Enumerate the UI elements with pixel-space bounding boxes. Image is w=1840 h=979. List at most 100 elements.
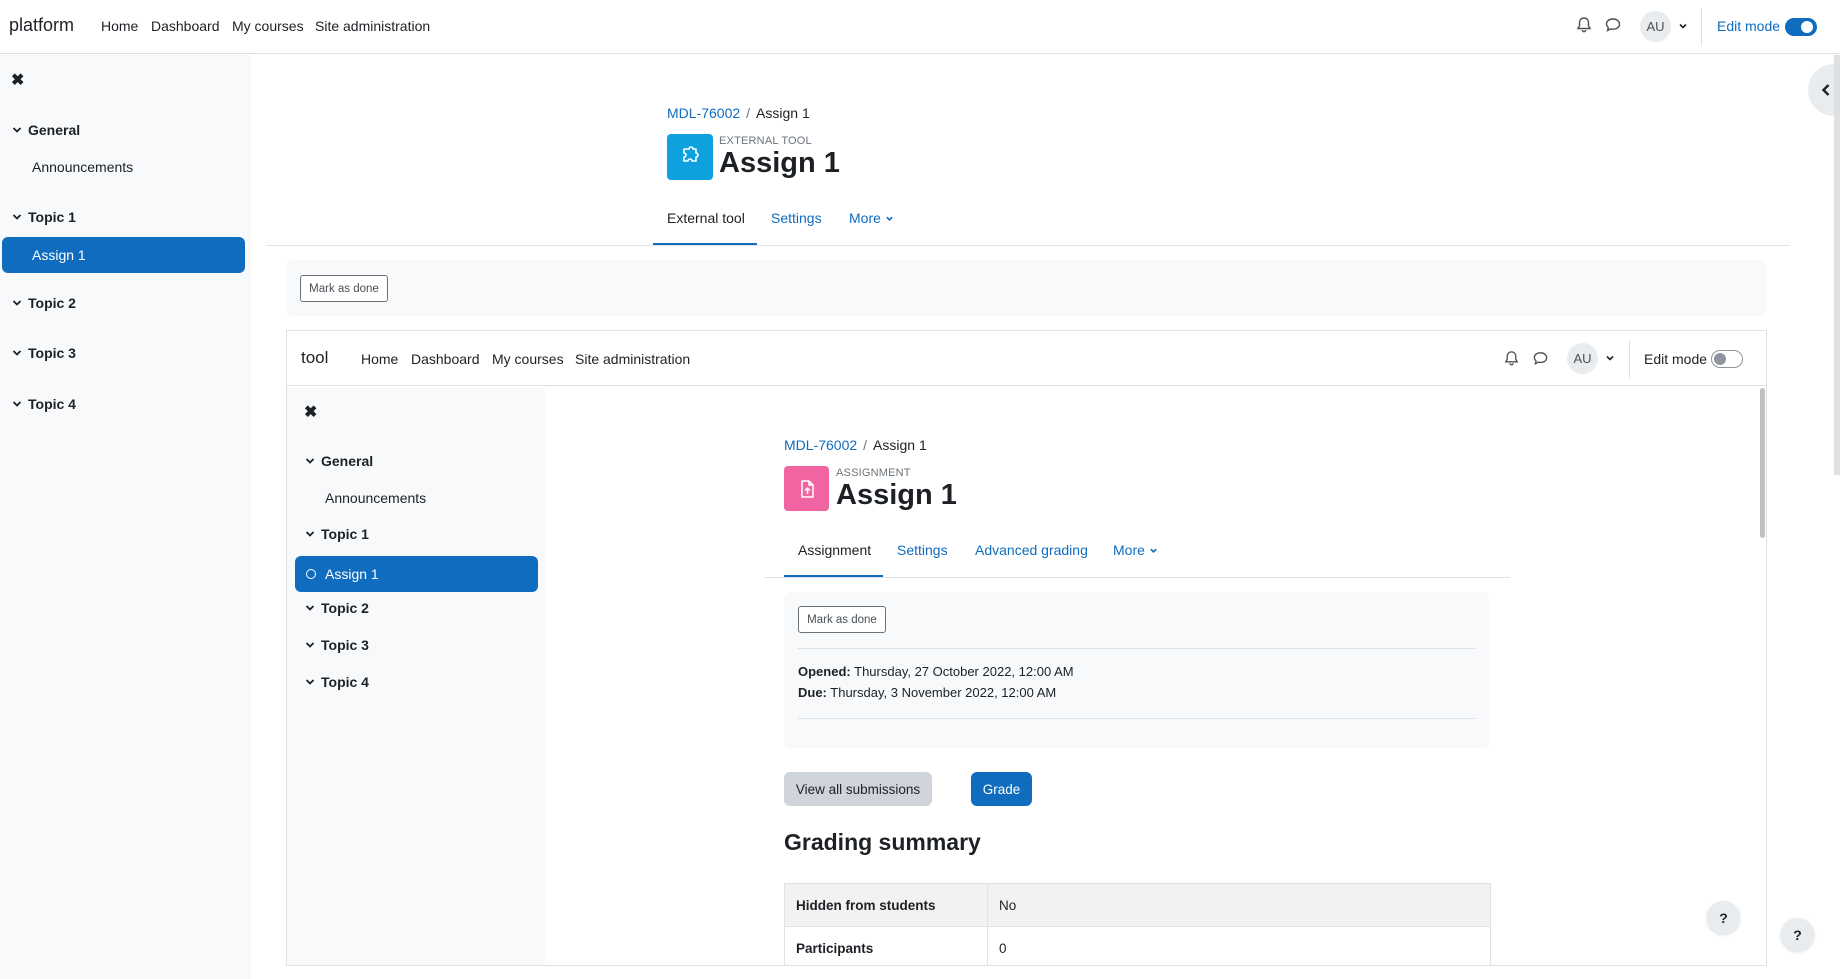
inner-section-topic-1[interactable]: Topic 1 (305, 526, 369, 542)
tab-external-tool[interactable]: External tool (667, 210, 745, 226)
inner-nav-home[interactable]: Home (361, 351, 398, 367)
sidebar-item-announcements[interactable]: Announcements (32, 159, 133, 175)
inner-nav-dashboard[interactable]: Dashboard (411, 351, 480, 367)
chevron-down-icon[interactable] (12, 345, 28, 361)
section-topic-3[interactable]: Topic 3 (12, 345, 76, 361)
nav-dashboard[interactable]: Dashboard (151, 18, 220, 34)
inner-breadcrumb-course-link[interactable]: MDL-76002 (784, 437, 857, 453)
table-row: Participants 0 (784, 926, 1491, 965)
mark-as-done-button[interactable]: Mark as done (300, 275, 388, 302)
inner-nav-my-courses[interactable]: My courses (492, 351, 564, 367)
inner-navbar-divider (1629, 340, 1630, 378)
inner-help-button[interactable]: ? (1707, 901, 1740, 934)
divider (798, 718, 1476, 719)
row-label: Participants (784, 926, 988, 965)
tab-more[interactable]: More (1113, 542, 1158, 558)
inner-scrollbar-thumb[interactable] (1760, 388, 1765, 538)
bell-icon[interactable] (1503, 350, 1520, 367)
table-row: Hidden from students No (784, 883, 1491, 927)
chevron-down-icon[interactable] (305, 637, 321, 653)
chat-bubble-icon[interactable] (1532, 350, 1549, 367)
tabs-divider (266, 245, 1790, 246)
row-label: Hidden from students (784, 883, 988, 927)
bell-icon[interactable] (1575, 16, 1595, 36)
inner-section-topic-2[interactable]: Topic 2 (305, 600, 369, 616)
nav-site-administration[interactable]: Site administration (315, 18, 430, 34)
tab-more[interactable]: More (849, 210, 894, 226)
section-topic-1[interactable]: Topic 1 (12, 209, 76, 225)
section-label: Topic 2 (321, 600, 369, 616)
chat-bubble-icon[interactable] (1604, 16, 1624, 36)
chevron-down-icon[interactable] (12, 396, 28, 412)
section-topic-2[interactable]: Topic 2 (12, 295, 76, 311)
inner-sidebar-item-assign-1[interactable]: Assign 1 (295, 556, 538, 592)
site-brand[interactable]: platform (9, 15, 74, 36)
inner-navbar: tool Home Dashboard My courses Site admi… (287, 331, 1766, 386)
inner-module-type-label: ASSIGNMENT (836, 467, 911, 479)
chevron-left-icon (1820, 83, 1832, 97)
section-general[interactable]: General (12, 122, 80, 138)
sidebar-item-label: Assign 1 (32, 247, 86, 263)
chevron-down-icon[interactable] (305, 600, 321, 616)
tabs-divider (764, 577, 1510, 578)
section-topic-4[interactable]: Topic 4 (12, 396, 76, 412)
chevron-down-icon[interactable] (305, 674, 321, 690)
nav-my-courses[interactable]: My courses (232, 18, 304, 34)
inner-section-topic-3[interactable]: Topic 3 (305, 637, 369, 653)
activity-completion-box: Mark as done (286, 260, 1767, 316)
page-title: Assign 1 (719, 147, 840, 179)
row-value: 0 (987, 926, 1491, 965)
inner-page-title: Assign 1 (836, 479, 957, 511)
grade-button[interactable]: Grade (971, 772, 1032, 806)
inner-edit-mode-toggle[interactable] (1711, 350, 1743, 368)
tab-assignment[interactable]: Assignment (798, 542, 871, 558)
mark-as-done-button[interactable]: Mark as done (798, 606, 886, 633)
section-label: Topic 4 (321, 674, 369, 690)
due-date: Due: Thursday, 3 November 2022, 12:00 AM (798, 685, 1057, 700)
module-type-label: EXTERNAL TOOL (719, 135, 812, 147)
inner-sidebar-item-announcements[interactable]: Announcements (325, 490, 426, 506)
inner-nav-site-administration[interactable]: Site administration (575, 351, 690, 367)
section-topic-4-label: Topic 4 (28, 396, 76, 412)
breadcrumb: MDL-76002/Assign 1 (667, 105, 810, 121)
close-drawer-icon[interactable]: ✖ (11, 70, 24, 90)
inner-section-general[interactable]: General (305, 453, 373, 469)
help-button[interactable]: ? (1781, 918, 1814, 951)
tab-settings[interactable]: Settings (771, 210, 822, 226)
tab-more-label: More (1113, 542, 1145, 558)
section-label: Topic 1 (321, 526, 369, 542)
activity-dates: Opened: Thursday, 27 October 2022, 12:00… (798, 661, 1074, 703)
tab-advanced-grading[interactable]: Advanced grading (975, 542, 1088, 558)
activity-information-box: Mark as done Opened: Thursday, 27 Octobe… (784, 592, 1489, 748)
inner-breadcrumb: MDL-76002/Assign 1 (784, 437, 927, 453)
close-drawer-icon[interactable]: ✖ (304, 402, 317, 422)
completion-circle-icon (306, 569, 316, 579)
breadcrumb-course-link[interactable]: MDL-76002 (667, 105, 740, 121)
nav-home[interactable]: Home (101, 18, 138, 34)
external-tool-icon (667, 134, 713, 180)
row-value: No (987, 883, 1491, 927)
sidebar-item-assign-1[interactable]: Assign 1 (2, 237, 245, 273)
chevron-down-icon[interactable] (305, 526, 321, 542)
edit-mode-toggle[interactable] (1785, 18, 1817, 36)
external-tool-iframe: tool Home Dashboard My courses Site admi… (286, 330, 1767, 966)
user-avatar[interactable]: AU (1640, 11, 1671, 42)
navbar-divider (1701, 8, 1702, 46)
opened-date: Opened: Thursday, 27 October 2022, 12:00… (798, 664, 1074, 679)
inner-section-topic-4[interactable]: Topic 4 (305, 674, 369, 690)
grading-summary-table: Hidden from students No Participants 0 (784, 883, 1491, 965)
page-scrollbar[interactable] (1834, 55, 1840, 475)
inner-user-avatar[interactable]: AU (1567, 343, 1598, 374)
chevron-down-icon[interactable] (12, 209, 28, 225)
breadcrumb-current: Assign 1 (756, 105, 810, 121)
sidebar-item-label: Assign 1 (325, 566, 379, 582)
divider (798, 648, 1476, 649)
view-all-submissions-button[interactable]: View all submissions (784, 772, 932, 806)
inner-site-brand[interactable]: tool (301, 348, 328, 368)
chevron-down-icon[interactable] (305, 453, 321, 469)
chevron-down-icon[interactable] (1605, 353, 1615, 363)
chevron-down-icon[interactable] (12, 122, 28, 138)
chevron-down-icon[interactable] (1678, 21, 1688, 31)
tab-settings[interactable]: Settings (897, 542, 948, 558)
chevron-down-icon[interactable] (12, 295, 28, 311)
